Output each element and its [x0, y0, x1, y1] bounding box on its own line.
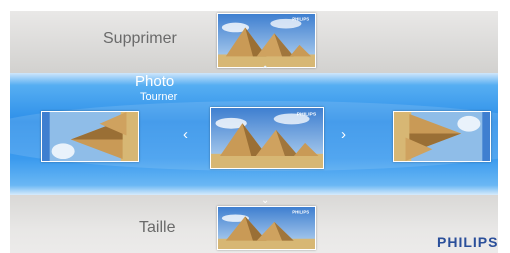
- preview-thumbnail-right: [393, 111, 491, 162]
- chevron-left-icon[interactable]: ‹: [183, 127, 188, 142]
- menu-item-photo-label: Photo: [135, 73, 175, 90]
- thumbnail-brand-text: PHILIPS: [292, 210, 309, 215]
- preview-thumbnail-current: PHILIPS: [210, 107, 324, 169]
- preview-thumbnail-bottom: PHILIPS: [217, 206, 316, 250]
- action-tourner-label: Tourner: [140, 91, 178, 103]
- chevron-up-icon[interactable]: ⌃: [261, 66, 269, 76]
- philips-logo: PHILIPS: [437, 234, 499, 250]
- preview-thumbnail-left: [41, 111, 139, 162]
- chevron-down-icon[interactable]: ⌄: [261, 196, 269, 206]
- chevron-right-icon[interactable]: ›: [341, 127, 346, 142]
- menu-item-taille-label[interactable]: Taille: [139, 219, 175, 237]
- preview-thumbnail-top: PHILIPS: [217, 13, 316, 68]
- photo-menu-screen: Supprimer Photo Tourner Taille PHILIPS P…: [0, 0, 510, 253]
- thumbnail-brand-text: PHILIPS: [292, 17, 309, 22]
- thumbnail-brand-text: PHILIPS: [297, 112, 317, 118]
- menu-item-supprimer-label[interactable]: Supprimer: [103, 30, 177, 48]
